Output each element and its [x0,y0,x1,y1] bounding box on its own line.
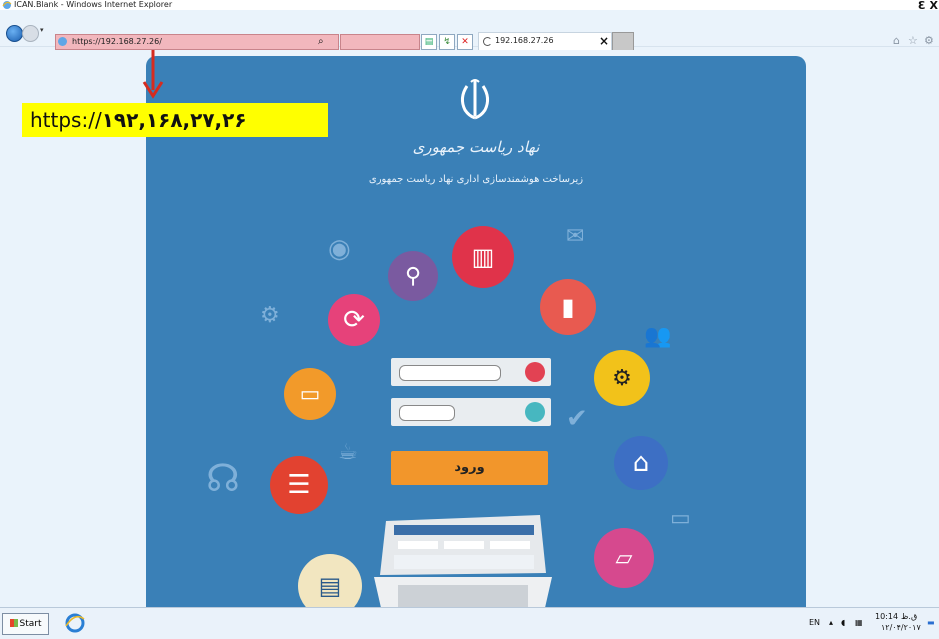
language-indicator[interactable]: EN [809,618,820,627]
new-tab-button[interactable] [612,32,634,52]
certificate-icon: ▤ [298,554,362,607]
ie-icon [2,1,12,9]
tab-close-button[interactable]: × [599,34,609,48]
history-dropdown-icon[interactable]: ▾ [40,26,44,34]
username-field[interactable] [391,358,551,386]
window-title-bar: ICAN.Blank - Windows Internet Explorer _… [0,0,939,12]
refresh-icon[interactable]: ↯ [439,34,455,50]
users-icon: 👥 [644,324,672,349]
arrow-annotation [142,50,164,99]
mail-icon: ✉ [566,224,585,249]
clock-ampm: ق.ظ [901,612,918,621]
window-title: ICAN.Blank - Windows Internet Explorer [14,0,173,9]
address-bar[interactable]: https://192.168.27.26/ ⌕ [55,34,339,50]
forward-button[interactable] [22,25,39,42]
list-icon: ☰ [270,456,328,514]
clock-time: 10:14 [875,612,899,621]
compat-view-icon[interactable]: ▤ [421,34,437,50]
clock-date: ۱۲/۰۴/۲۰۱۷ [881,623,921,632]
callout-digits: ۱۹۲,۱۶۸,۲۷,۲۶ [101,108,247,132]
password-field[interactable] [391,398,551,426]
url-callout: https://۱۹۲,۱۶۸,۲۷,۲۶ [22,103,328,137]
start-button[interactable]: Start [2,613,49,635]
chart-icon: ▱ [594,528,654,588]
lock-icon [525,402,545,422]
star-icon[interactable]: ☆ [908,34,918,47]
portal-subtitle: زیرساخت هوشمندسازی اداری نهاد ریاست جمهو… [368,174,584,185]
expand-tray-icon[interactable]: ▴ [829,618,833,627]
tab-label: 192.168.27.26 [495,36,554,45]
home-portal-icon: ⌂ [614,436,668,490]
document-icon: ▮ [540,279,596,335]
windows-icon [9,619,18,627]
start-label: Start [19,619,42,629]
volume-icon[interactable]: ◖ [841,618,845,627]
home-icon[interactable]: ⌂ [893,34,900,47]
settings-icon: ⚙ [594,350,650,406]
laptop-illustration [374,515,552,607]
page-icon [58,37,67,46]
computer-icon: ▭ [284,368,336,420]
password-input[interactable] [399,405,455,421]
coffee-icon: ☕ [338,440,358,465]
headset-icon: ☊ [206,456,240,500]
brand-text: نهاد ریاست جمهوری [412,138,540,156]
loading-icon [483,37,492,46]
sync-icon: ⟳ [328,294,380,346]
taskbar: Start EN ▴ ◖ ▦ 10:14 ق.ظ ۱۲/۰۴/۲۰۱۷ ▬ [0,607,939,639]
location-search-icon: ⚲ [388,251,438,301]
emblem-icon [460,79,490,120]
gear-icon[interactable]: ⚙ [924,34,934,47]
back-button[interactable] [6,25,23,42]
gears-icon: ⚙ [260,303,280,328]
show-desktop-icon[interactable]: ▬ [927,618,935,627]
search-icon[interactable]: ⌕ [318,35,324,48]
chat-icon: ▭ [670,506,691,531]
eye-icon: ◉ [328,234,351,264]
check-icon: ✔ [566,404,588,434]
username-input[interactable] [399,365,501,381]
login-portal: نهاد ریاست جمهوری زیرساخت هوشمندسازی ادا… [146,56,806,607]
login-button[interactable]: ورود [391,451,548,485]
address-text: https://192.168.27.26/ [72,37,162,46]
stop-icon[interactable]: ✕ [457,34,473,50]
network-icon[interactable]: ▦ [855,618,863,627]
archive-icon: ▥ [452,226,514,288]
user-icon [525,362,545,382]
address-extension [340,34,420,50]
callout-prefix: https:// [30,108,102,132]
system-tray: EN ▴ ◖ ▦ 10:14 ق.ظ ۱۲/۰۴/۲۰۱۷ ▬ [809,612,939,636]
ie-taskbar-icon[interactable] [64,612,86,634]
tab-active[interactable]: 192.168.27.26 × [478,32,612,52]
